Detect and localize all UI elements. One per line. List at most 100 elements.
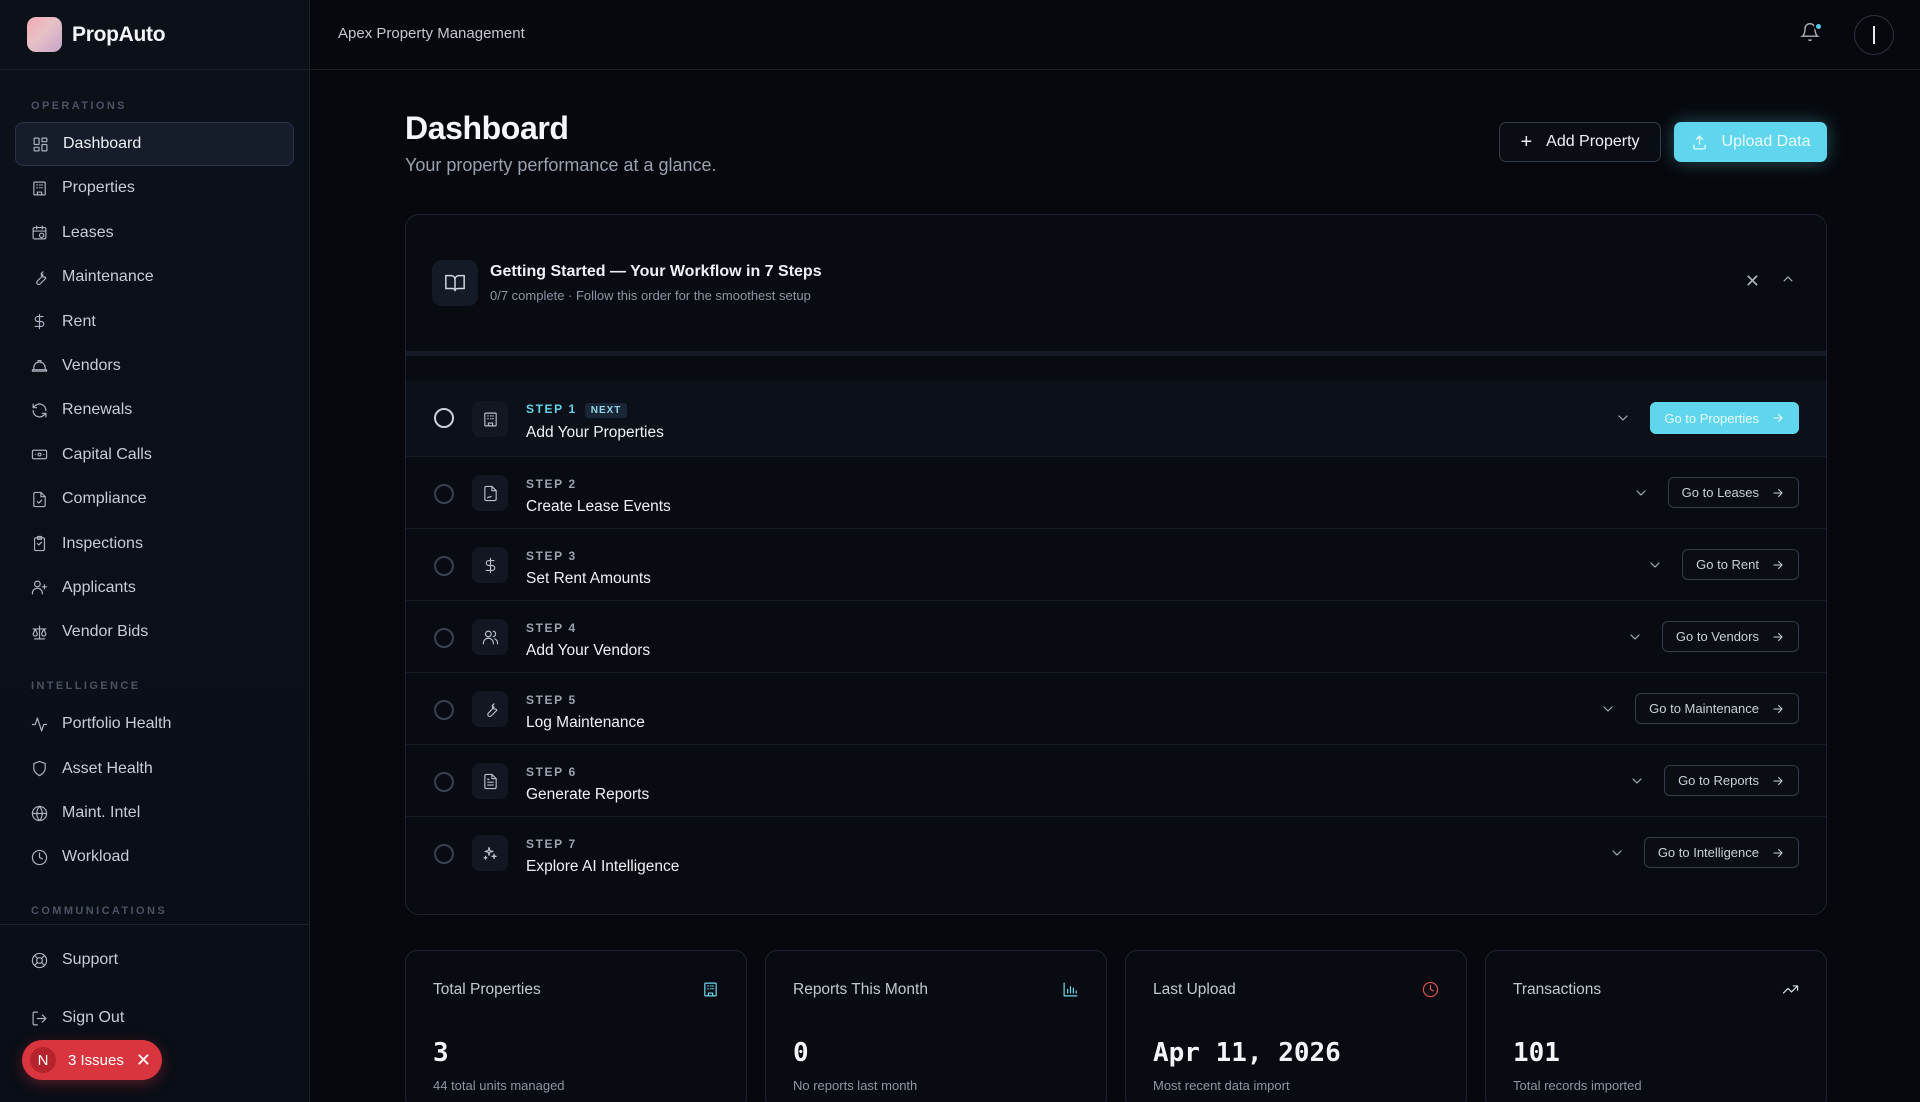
step-row[interactable]: STEP 3 Set Rent Amounts Go to Rent: [406, 528, 1826, 600]
page-subtitle: Your property performance at a glance.: [405, 155, 717, 175]
sidebar-item-label: Maint. Intel: [62, 804, 141, 822]
go-to-reports-button[interactable]: Go to Reports: [1664, 765, 1799, 796]
getting-started-header: Getting Started — Your Workflow in 7 Ste…: [406, 215, 1826, 351]
close-icon[interactable]: ✕: [136, 1050, 151, 1071]
sidebar-item-label: Workload: [62, 848, 130, 866]
sidebar-item-label: Properties: [62, 179, 135, 197]
users-icon: [472, 619, 508, 655]
grid-icon: [31, 135, 49, 153]
chevron-down-icon[interactable]: [1627, 629, 1643, 645]
sidebar-item-inspections[interactable]: Inspections: [15, 522, 294, 566]
stat-card-total-properties[interactable]: Total Properties 3 44 total units manage…: [405, 950, 747, 1102]
sidebar-item-compliance[interactable]: Compliance: [15, 477, 294, 521]
stat-card-transactions[interactable]: Transactions 101 Total records imported: [1485, 950, 1827, 1102]
go-to-rent-button[interactable]: Go to Rent: [1682, 549, 1799, 580]
sidebar-item-applicants[interactable]: Applicants: [15, 566, 294, 610]
step-radio[interactable]: [434, 700, 454, 720]
chevron-down-icon[interactable]: [1633, 485, 1649, 501]
sidebar-item-sign-out[interactable]: Sign Out: [15, 996, 294, 1040]
go-to-vendors-button[interactable]: Go to Vendors: [1661, 621, 1799, 652]
chevron-down-icon[interactable]: [1615, 410, 1631, 426]
issues-pill[interactable]: N 3 Issues ✕: [22, 1040, 162, 1080]
sidebar-item-maint-intel[interactable]: Maint. Intel: [15, 791, 294, 835]
sidebar-item-properties[interactable]: Properties: [15, 166, 294, 210]
arrow-right-icon: [1773, 704, 1783, 713]
arrow-right-icon: [1773, 776, 1783, 785]
step-radio[interactable]: [434, 484, 454, 504]
sidebar-item-leases[interactable]: Leases: [15, 211, 294, 255]
issues-avatar: N: [30, 1047, 56, 1073]
sidebar-item-maintenance[interactable]: Maintenance: [15, 255, 294, 299]
chevron-down-icon[interactable]: [1609, 845, 1625, 861]
bell-icon[interactable]: [1800, 22, 1824, 46]
arrow-right-icon: [1773, 488, 1783, 497]
dollar-icon: [472, 547, 508, 583]
chevron-down-icon[interactable]: [1600, 701, 1616, 717]
step-row[interactable]: STEP 7 Explore AI Intelligence Go to Int…: [406, 816, 1826, 888]
go-to-leases-button[interactable]: Go to Leases: [1667, 477, 1799, 508]
step-actions: Go to Vendors: [1627, 621, 1799, 652]
step-radio[interactable]: [434, 772, 454, 792]
add-property-button[interactable]: + Add Property: [1499, 122, 1661, 162]
clock-icon: [1422, 981, 1440, 999]
close-icon[interactable]: ✕: [1745, 271, 1760, 292]
step-row[interactable]: STEP 5 Log Maintenance Go to Maintenance: [406, 672, 1826, 744]
plus-icon: +: [1520, 130, 1533, 153]
upload-data-button[interactable]: Upload Data: [1674, 122, 1827, 162]
refresh-icon: [30, 401, 48, 419]
sidebar-item-vendors[interactable]: Vendors: [15, 344, 294, 388]
sidebar-item-label: Rent: [62, 312, 96, 330]
sidebar-item-rent[interactable]: Rent: [15, 300, 294, 344]
stat-card-last-upload[interactable]: Last Upload Apr 11, 2026 Most recent dat…: [1125, 950, 1467, 1102]
step-radio[interactable]: [434, 556, 454, 576]
step-row[interactable]: STEP 2 Create Lease Events Go to Leases: [406, 456, 1826, 528]
step-title: Add Your Vendors: [526, 642, 651, 659]
sidebar-item-workload[interactable]: Workload: [15, 835, 294, 879]
go-to-maintenance-button[interactable]: Go to Maintenance: [1635, 693, 1799, 724]
sidebar-item-portfolio-health[interactable]: Portfolio Health: [15, 702, 294, 746]
go-to-intelligence-button[interactable]: Go to Intelligence: [1643, 837, 1799, 868]
stat-label: Last Upload: [1153, 981, 1236, 998]
avatar[interactable]: [1854, 15, 1894, 55]
step-actions: Go to Reports: [1629, 765, 1799, 796]
step-row[interactable]: STEP 1 NEXT Add Your Properties Go to Pro…: [406, 381, 1826, 456]
book-open-icon: [432, 260, 478, 306]
sidebar-item-capital-calls[interactable]: Capital Calls: [15, 433, 294, 477]
step-radio[interactable]: [434, 628, 454, 648]
chevron-down-icon[interactable]: [1647, 557, 1663, 573]
step-row[interactable]: STEP 4 Add Your Vendors Go to Vendors: [406, 600, 1826, 672]
stat-label: Reports This Month: [793, 981, 928, 998]
stats-row: Total Properties 3 44 total units manage…: [405, 950, 1827, 1102]
brand[interactable]: PropAuto: [0, 0, 309, 70]
step-radio[interactable]: [434, 408, 454, 428]
chevron-down-icon[interactable]: [1629, 773, 1645, 789]
add-property-label: Add Property: [1546, 133, 1640, 150]
sidebar-item-label: Renewals: [62, 401, 133, 419]
step-label: STEP 3: [526, 549, 577, 563]
sidebar-item-label: Vendors: [62, 356, 121, 374]
getting-started-card: Getting Started — Your Workflow in 7 Ste…: [405, 214, 1827, 915]
sidebar-item-renewals[interactable]: Renewals: [15, 388, 294, 432]
notification-dot: [1814, 22, 1823, 31]
step-actions: Go to Maintenance: [1600, 693, 1799, 724]
bar-chart-icon: [1062, 981, 1080, 999]
step-title: Log Maintenance: [526, 714, 645, 731]
go-to-properties-button[interactable]: Go to Properties: [1650, 402, 1799, 434]
sidebar-item-label: Support: [62, 951, 119, 968]
sidebar-item-dashboard[interactable]: Dashboard: [15, 122, 294, 166]
stat-value: 0: [793, 1038, 809, 1068]
chevron-up-icon[interactable]: [1780, 271, 1796, 287]
dollar-icon: [30, 313, 48, 331]
step-radio[interactable]: [434, 844, 454, 864]
stat-card-reports[interactable]: Reports This Month 0 No reports last mon…: [765, 950, 1107, 1102]
step-actions: Go to Rent: [1647, 549, 1799, 580]
sidebar-item-label: Dashboard: [63, 135, 142, 152]
step-title: Create Lease Events: [526, 498, 671, 515]
activity-icon: [30, 715, 48, 733]
sidebar-item-asset-health[interactable]: Asset Health: [15, 747, 294, 791]
sidebar-item-label: Asset Health: [62, 759, 153, 777]
step-row[interactable]: STEP 6 Generate Reports Go to Reports: [406, 744, 1826, 816]
sidebar-item-vendor-bids[interactable]: Vendor Bids: [15, 610, 294, 654]
sidebar-item-support[interactable]: Support: [15, 938, 294, 982]
hardhat-icon: [30, 357, 48, 375]
